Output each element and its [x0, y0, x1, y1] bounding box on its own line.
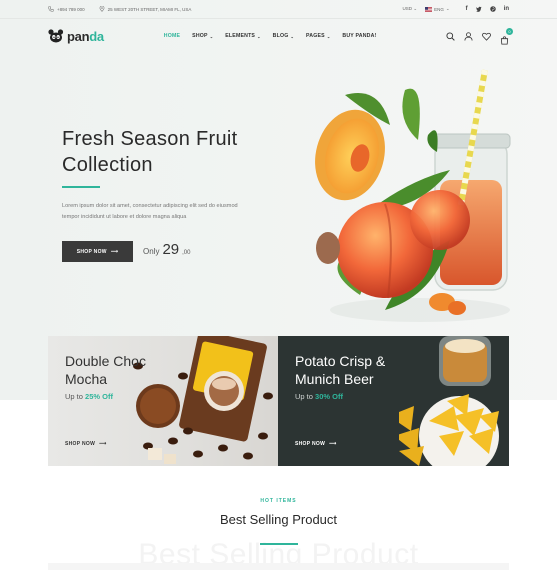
cart-icon [500, 35, 509, 45]
arrow-right-icon: ⟶ [99, 441, 107, 447]
section-accent-line [260, 543, 298, 545]
banner-title-line2: Munich Beer [295, 371, 374, 387]
chevron-down-icon: ⌄ [209, 33, 214, 39]
hero-fruit-jar-image [315, 69, 511, 322]
nav-label: HOME [163, 33, 181, 39]
hero-desc-line2: tempor incididunt ut labore et dolore ma… [62, 214, 187, 220]
banner-discount: Up to 25% Off [65, 392, 113, 401]
address-info: 25 WEST 20TH STREET, MIAMI FL, USA [99, 6, 192, 12]
heart-icon[interactable] [482, 32, 491, 41]
main-nav: HOME SHOP ⌄ ELEMENTS ⌄ BLOG ⌄ PAGES ⌄ BUY PA… [164, 33, 377, 39]
discount-prefix: Up to [295, 392, 313, 401]
link-label: SHOP NOW [295, 441, 326, 447]
arrow-right-icon: ⟶ [329, 441, 337, 447]
hero-title-line1: Fresh Season Fruit [62, 128, 238, 150]
currency-selector[interactable]: USD ⌄ [403, 6, 418, 12]
nav-item-blog[interactable]: BLOG ⌄ [273, 33, 294, 39]
nav-label: PAGES [306, 33, 325, 39]
section-eyebrow: HOT ITEMS [260, 498, 297, 504]
beer-chips-image [399, 336, 499, 466]
chevron-down-icon: ⌄ [290, 33, 295, 39]
arrow-right-icon: ⟶ [110, 248, 119, 255]
phone-icon [48, 6, 54, 12]
discount-percent: 25% Off [85, 392, 113, 401]
user-icon[interactable] [464, 31, 473, 41]
nav-label: BLOG [272, 33, 289, 39]
price-prefix: Only [143, 247, 160, 256]
button-label: SHOP NOW [76, 248, 107, 255]
cart-button[interactable]: 0 [500, 27, 513, 45]
search-icon[interactable] [446, 31, 455, 41]
banner-discount: Up to 30% Off [295, 392, 343, 401]
pinterest-icon[interactable] [489, 6, 496, 12]
hero-shop-now-button[interactable]: SHOP NOW ⟶ [62, 241, 133, 262]
banner-title-line2: Mocha [65, 371, 108, 387]
social-links: f in [466, 6, 509, 12]
nav-item-pages[interactable]: PAGES ⌄ [306, 33, 330, 39]
price-main: 29 [162, 241, 180, 258]
banner-title-line1: Double Choc [65, 353, 146, 369]
nav-item-buy-panda[interactable]: BUY PANDA! [342, 33, 376, 39]
promo-banner-beer[interactable]: Potato Crisp & Munich Beer Up to 30% Off… [278, 336, 509, 466]
linkedin-icon[interactable]: in [504, 6, 509, 12]
link-label: SHOP NOW [65, 441, 96, 447]
banner-shop-now-link[interactable]: SHOP NOW ⟶ [295, 441, 337, 447]
hero-description: Lorem ipsum dolor sit amet, consectetur … [62, 201, 272, 223]
discount-percent: 30% Off [315, 392, 343, 401]
coffee-product-image [133, 336, 273, 464]
language-selector[interactable]: ENG ⌄ [425, 6, 450, 12]
nav-label: BUY PANDA! [342, 33, 377, 39]
chevron-down-icon: ⌄ [413, 6, 418, 11]
hero-accent-line [62, 186, 100, 188]
nav-label: SHOP [192, 33, 208, 39]
nav-item-shop[interactable]: SHOP ⌄ [192, 33, 213, 39]
main-header: panda HOME SHOP ⌄ ELEMENTS ⌄ BLOG ⌄ PAGES ⌄ … [0, 18, 557, 54]
hero-title: Fresh Season Fruit Collection [62, 126, 237, 178]
section-title: Best Selling Product [219, 512, 338, 527]
banner-title: Double Choc Mocha [65, 352, 146, 388]
phone-number: +894 789 000 [57, 6, 85, 12]
twitter-icon[interactable] [475, 6, 482, 12]
banner-shop-now-link[interactable]: SHOP NOW ⟶ [65, 441, 107, 447]
chevron-down-icon: ⌄ [257, 33, 261, 39]
header-icons: 0 [446, 27, 513, 45]
hero-title-line2: Collection [62, 154, 153, 176]
nav-label: ELEMENTS [225, 33, 256, 39]
top-bar: +894 789 000 25 WEST 20TH STREET, MIAMI … [0, 0, 557, 18]
price-cents: ,00 [182, 250, 191, 256]
language-label: ENG [434, 6, 444, 12]
facebook-icon[interactable]: f [466, 6, 468, 12]
nav-item-home[interactable]: HOME [164, 33, 180, 39]
currency-label: USD [402, 6, 413, 11]
nav-item-elements[interactable]: ELEMENTS ⌄ [225, 33, 260, 39]
promo-banner-mocha[interactable]: Double Choc Mocha Up to 25% Off SHOP NOW… [48, 336, 278, 466]
chevron-down-icon: ⌄ [326, 33, 331, 39]
discount-prefix: Up to [65, 392, 83, 401]
logo[interactable]: panda [48, 29, 104, 44]
hero-price: Only 29,00 [143, 241, 190, 258]
hero-desc-line1: Lorem ipsum dolor sit amet, consectetur … [62, 203, 238, 209]
us-flag-icon [425, 6, 433, 12]
phone-info: +894 789 000 [48, 6, 85, 12]
banner-title-line1: Potato Crisp & [295, 353, 386, 369]
cart-count-badge: 0 [506, 27, 513, 35]
logo-text: panda [67, 28, 104, 44]
address-text: 25 WEST 20TH STREET, MIAMI FL, USA [107, 6, 192, 12]
banner-title: Potato Crisp & Munich Beer [295, 352, 385, 388]
chevron-down-icon: ⌄ [445, 6, 450, 11]
location-pin-icon [99, 6, 105, 12]
product-grid-top [48, 563, 509, 570]
panda-logo-icon [48, 29, 64, 43]
